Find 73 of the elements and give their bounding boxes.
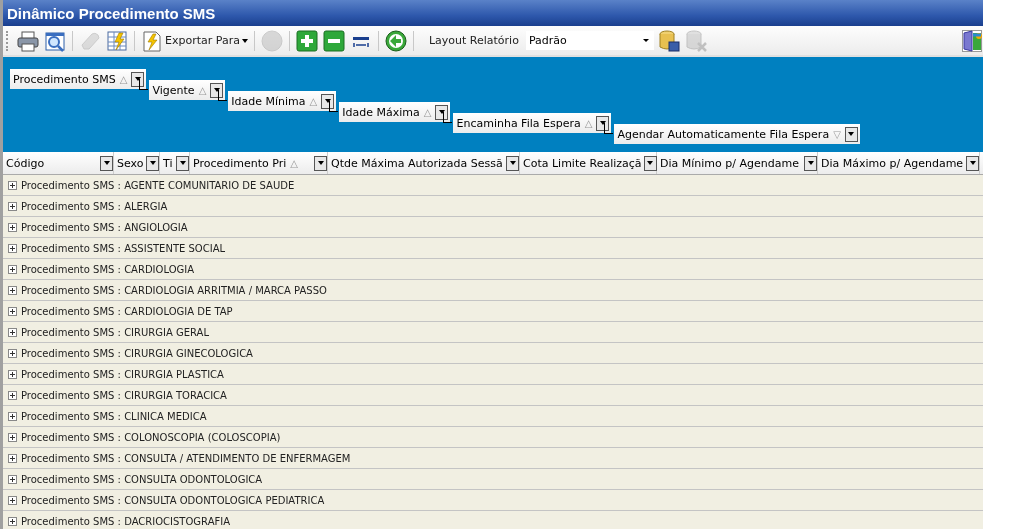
dropdown-button[interactable] — [176, 155, 189, 171]
group-chip[interactable]: Procedimento SMS △ — [10, 69, 147, 89]
group-row[interactable]: Procedimento SMS : CARDIOLOGIA ARRITMIA / MARCA PASSO — [3, 280, 983, 301]
group-row[interactable]: Procedimento SMS : CARDIOLOGIA DE TAP — [3, 301, 983, 322]
door-picture-icon[interactable] — [962, 29, 982, 52]
group-row[interactable]: Procedimento SMS : CIRURGIA GERAL — [3, 322, 983, 343]
column-header[interactable]: Qtde Máxima Autorizada Sessã — [328, 152, 520, 174]
dropdown-button[interactable] — [314, 155, 327, 171]
column-header[interactable]: Procedimento Pri △ — [190, 152, 328, 174]
export-icon[interactable] — [141, 29, 163, 52]
dropdown-button[interactable] — [100, 155, 113, 171]
spreadsheet-icon[interactable] — [106, 29, 128, 52]
printer-icon[interactable] — [17, 29, 39, 52]
expand-icon[interactable] — [8, 306, 17, 316]
layout-label: Layout Relatório — [428, 34, 519, 47]
expand-icon[interactable] — [8, 495, 17, 505]
dropdown-button[interactable] — [804, 155, 817, 171]
back-icon[interactable] — [384, 29, 407, 52]
column-header[interactable]: Cota Limite Realizaçã — [520, 152, 657, 174]
group-row[interactable]: Procedimento SMS : CONSULTA ODONTOLOGICA PEDIATRICA — [3, 490, 983, 511]
group-row[interactable]: Procedimento SMS : CIRURGIA GINECOLOGICA — [3, 343, 983, 364]
expand-icon[interactable] — [8, 243, 17, 253]
minus-icon[interactable] — [322, 29, 345, 52]
group-row[interactable]: Procedimento SMS : COLONOSCOPIA (COLOSCOPIA) — [3, 427, 983, 448]
group-row[interactable]: Procedimento SMS : CIRURGIA TORACICA — [3, 385, 983, 406]
column-header[interactable]: Dia Máximo p/ Agendame — [818, 152, 980, 174]
expand-icon[interactable] — [8, 453, 17, 463]
window-title: Dinâmico Procedimento SMS — [7, 4, 216, 22]
dropdown-button[interactable] — [966, 155, 979, 171]
database-delete-icon — [684, 29, 707, 52]
expand-icon[interactable] — [8, 285, 17, 295]
circle-icon — [260, 29, 283, 52]
group-row[interactable]: Procedimento SMS : CONSULTA / ATENDIMENTO DE ENFERMAGEM — [3, 448, 983, 469]
group-row[interactable]: Procedimento SMS : CONSULTA ODONTOLOGICA — [3, 469, 983, 490]
dropdown-button[interactable] — [596, 115, 610, 131]
expand-icon[interactable] — [8, 432, 17, 442]
group-row[interactable]: Procedimento SMS : ASSISTENTE SOCIAL — [3, 238, 983, 259]
expand-icon[interactable] — [8, 180, 17, 190]
dropdown-button[interactable] — [643, 155, 657, 171]
export-button[interactable]: Exportar Para — [140, 28, 249, 53]
column-header[interactable]: Código — [3, 152, 114, 174]
expand-icon[interactable] — [8, 348, 17, 358]
expand-icon[interactable] — [8, 369, 17, 379]
dropdown-button[interactable] — [131, 71, 145, 87]
group-row[interactable]: Procedimento SMS : CIRURGIA PLASTICA — [3, 364, 983, 385]
column-header[interactable]: Dia Mínimo p/ Agendame — [657, 152, 818, 174]
group-row[interactable]: Procedimento SMS : CARDIOLOGIA — [3, 259, 983, 280]
group-row[interactable]: Procedimento SMS : DACRIOCISTOGRAFIA — [3, 511, 983, 529]
expand-icon[interactable] — [8, 222, 17, 232]
group-row[interactable]: Procedimento SMS : ANGIOLOGIA — [3, 217, 983, 238]
expand-icon[interactable] — [8, 516, 17, 526]
dropdown-button[interactable] — [210, 82, 224, 98]
dropdown-button[interactable] — [321, 93, 335, 109]
group-row[interactable]: Procedimento SMS : ALERGIA — [3, 196, 983, 217]
expand-icon[interactable] — [8, 411, 17, 421]
layout-select[interactable]: Padrão — [525, 31, 654, 50]
expand-icon[interactable] — [8, 264, 17, 274]
preview-icon[interactable] — [44, 29, 66, 52]
group-row[interactable]: Procedimento SMS : AGENTE COMUNITARIO DE SAUDE — [3, 175, 983, 196]
column-header[interactable]: Ti — [160, 152, 190, 174]
dropdown-button[interactable] — [844, 126, 858, 142]
column-header[interactable]: Sexo — [114, 152, 160, 174]
expand-icon[interactable] — [8, 474, 17, 484]
expand-icon[interactable] — [8, 327, 17, 337]
dropdown-button[interactable] — [146, 155, 159, 171]
caret-icon[interactable] — [241, 38, 248, 43]
database-save-icon[interactable] — [657, 29, 680, 52]
expand-icon[interactable] — [8, 390, 17, 400]
dropdown-button[interactable] — [435, 104, 449, 120]
plus-icon[interactable] — [295, 29, 318, 52]
dropdown-button[interactable] — [506, 155, 519, 171]
expand-icon[interactable] — [8, 201, 17, 211]
group-row[interactable]: Procedimento SMS : CLINICA MEDICA — [3, 406, 983, 427]
